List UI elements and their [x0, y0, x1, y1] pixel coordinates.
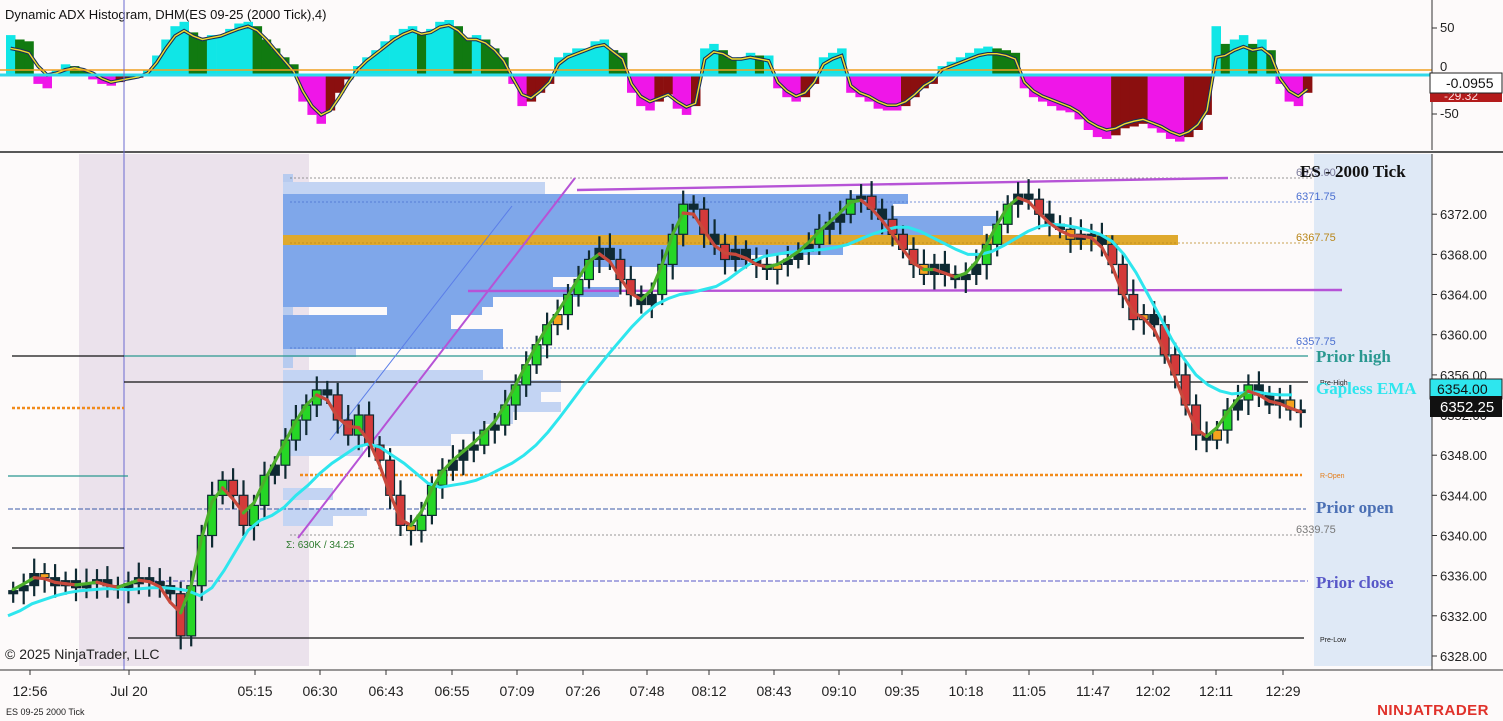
va-high-label: 6371.75 — [1296, 191, 1336, 203]
profile-row — [283, 277, 553, 287]
profile-row — [283, 194, 908, 204]
time-x-axis[interactable]: 12:56 Jul 20 05:15 06:30 06:43 06:55 07:09 07:2… — [12, 670, 1301, 699]
prior-open-text: Prior open — [1316, 498, 1394, 517]
histogram-bar — [42, 75, 52, 89]
price-bar-body — [322, 389, 333, 396]
indicator-y-axis[interactable]: 50 -50 0 -29.32 -0.0955 — [1429, 0, 1503, 150]
time-tick-label: 07:48 — [629, 683, 664, 699]
ema-value-label: 6354.00 — [1437, 381, 1488, 397]
profile-row — [283, 182, 545, 194]
last-value-label: -0.0955 — [1446, 75, 1494, 91]
price-bar-body — [228, 479, 239, 496]
profile-row — [283, 329, 503, 349]
indicator-tick-label: -50 — [1440, 106, 1459, 121]
r-open-label: R-Open — [1320, 473, 1345, 480]
profile-row-light — [283, 488, 333, 500]
price-tick-label: 6348.00 — [1440, 448, 1487, 463]
prior-high-text: Prior high — [1316, 347, 1391, 366]
instrument-footer: ES 09-25 2000 Tick — [6, 707, 85, 717]
price-tick-label: 6340.00 — [1440, 529, 1487, 544]
price-bar-body — [8, 590, 19, 595]
profile-row — [283, 204, 893, 216]
gapless-ema-text: Gapless EMA — [1316, 379, 1417, 398]
time-tick-label: 08:12 — [691, 683, 726, 699]
time-tick-label: 06:30 — [302, 683, 337, 699]
histogram-bar — [206, 35, 217, 75]
time-tick-label: 07:26 — [565, 683, 600, 699]
histogram-bar — [1175, 75, 1185, 142]
chart-title: ES - 2000 Tick — [1300, 162, 1406, 181]
histogram-bar — [663, 75, 674, 95]
time-tick-label: 08:43 — [756, 683, 791, 699]
price-tick-label: 6360.00 — [1440, 328, 1487, 343]
time-tick-label: 09:10 — [821, 683, 856, 699]
price-bar-body — [175, 593, 186, 637]
trading-chart[interactable]: Dynamic ADX Histogram, DHM(ES 09-25 (200… — [0, 0, 1503, 721]
histogram-bar — [727, 59, 737, 75]
price-tick-label: 6372.00 — [1440, 207, 1487, 222]
copyright-label: © 2025 NinjaTrader, LLC — [5, 646, 160, 662]
histogram-bar — [645, 75, 655, 111]
time-tick-label: 11:47 — [1076, 683, 1110, 699]
time-tick-label: 10:18 — [948, 683, 983, 699]
profile-row — [283, 297, 493, 307]
volume-summary-label: Σ: 630K / 34.25 — [286, 540, 355, 551]
histogram-bar — [426, 28, 436, 75]
pre-low-label: Pre-Low — [1320, 637, 1347, 644]
time-tick-label: 06:55 — [434, 683, 469, 699]
prior-close-text: Prior close — [1316, 573, 1394, 592]
time-tick-label: Jul 20 — [110, 683, 148, 699]
time-tick-label: 05:15 — [237, 683, 272, 699]
price-tick-label: 6368.00 — [1440, 247, 1487, 262]
price-tick-label: 6332.00 — [1440, 609, 1487, 624]
indicator-panel[interactable]: Dynamic ADX Histogram, DHM(ES 09-25 (200… — [0, 0, 1503, 150]
time-tick-label: 12:29 — [1265, 683, 1300, 699]
price-bar-body — [1149, 314, 1160, 326]
fast-average-segment — [105, 583, 120, 589]
histogram-bar — [1238, 35, 1249, 75]
histogram-bar — [681, 75, 692, 115]
ninjatrader-logo: NINJATRADER — [1377, 702, 1489, 719]
last-price-label: 6352.25 — [1440, 399, 1494, 416]
price-bar-body — [1023, 193, 1034, 200]
histogram-bar — [1293, 75, 1304, 107]
time-tick-label: 06:43 — [368, 683, 403, 699]
time-tick-label: 07:09 — [499, 683, 534, 699]
histogram-bar — [1138, 75, 1148, 124]
histogram-bar — [225, 28, 235, 75]
channel-bottom-line — [467, 288, 1343, 293]
poc-label: 6367.75 — [1296, 232, 1336, 244]
indicator-title: Dynamic ADX Histogram, DHM(ES 09-25 (200… — [5, 7, 326, 22]
price-tick-label: 6328.00 — [1440, 649, 1487, 664]
price-tick-label: 6364.00 — [1440, 288, 1487, 303]
price-bar-body — [688, 203, 699, 210]
price-bar-body — [646, 293, 657, 306]
time-tick-label: 09:35 — [884, 683, 919, 699]
indicator-tick-label: 0 — [1440, 59, 1447, 74]
profile-row — [387, 307, 482, 315]
poc-row — [283, 235, 1178, 245]
histogram-bar — [1120, 75, 1130, 129]
time-tick-label: 11:05 — [1012, 683, 1046, 699]
profile-row — [283, 267, 583, 277]
price-tick-label: 6336.00 — [1440, 569, 1487, 584]
price-tick-label: 6344.00 — [1440, 488, 1487, 503]
time-tick-label: 12:02 — [1135, 683, 1170, 699]
profile-low-label: 6339.75 — [1296, 524, 1336, 536]
indicator-tick-label: 50 — [1440, 20, 1454, 35]
histogram-bar — [6, 35, 16, 75]
time-tick-label: 12:56 — [12, 683, 47, 699]
histogram-bar — [216, 35, 226, 75]
histogram-bar — [417, 32, 427, 75]
time-tick-label: 12:11 — [1199, 683, 1233, 699]
histogram-bar — [974, 48, 984, 75]
profile-row — [283, 245, 843, 255]
